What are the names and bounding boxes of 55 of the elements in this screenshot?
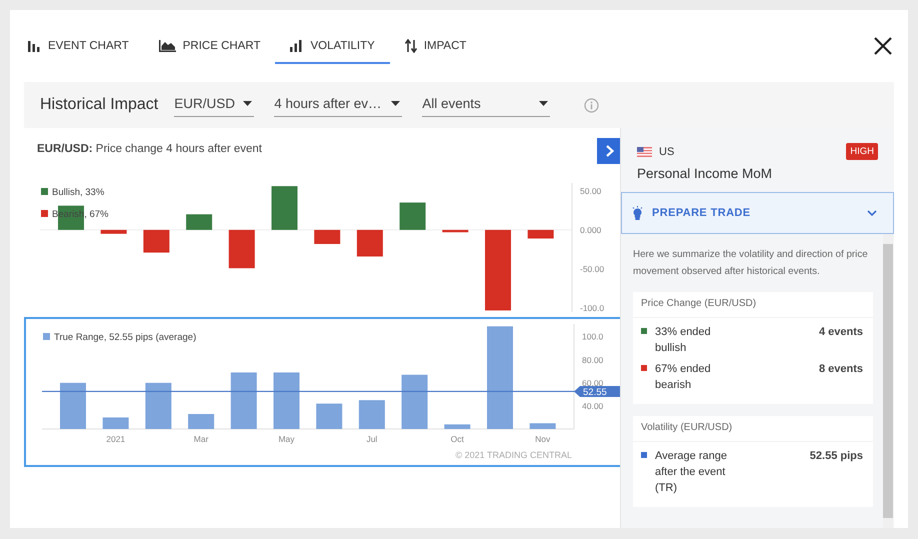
axis-label: Mar	[194, 434, 208, 444]
area-chart-icon	[158, 40, 176, 52]
chevron-right-icon	[604, 145, 614, 157]
card-title: Price Change (EUR/USD)	[633, 298, 873, 318]
axis-label: Oct	[450, 434, 464, 444]
caret-icon	[391, 101, 400, 106]
axis-label: Nov	[535, 434, 550, 444]
dropdown[interactable]: EUR/USD	[174, 93, 254, 117]
stat-value: 8 events	[818, 362, 863, 377]
prepare-trade-button[interactable]: PREPARE TRADE	[621, 192, 894, 234]
dropdown[interactable]: All events	[422, 93, 550, 117]
axis-label: 2021	[106, 434, 126, 444]
flag-icon	[637, 146, 652, 156]
impact-badge: HIGH	[846, 143, 878, 160]
caret-icon	[539, 101, 548, 106]
scrollbar[interactable]	[883, 234, 893, 528]
axis-label: Jul	[366, 434, 378, 444]
card-title: Volatility (EUR/USD)	[633, 422, 873, 442]
axis-label: 80.00	[582, 354, 604, 365]
tab[interactable]: EVENT CHART	[24, 31, 144, 64]
event-title: Personal Income MoM	[636, 165, 774, 183]
stat-value: 4 events	[818, 325, 863, 340]
chevron-down-icon	[867, 210, 877, 216]
close-icon	[874, 37, 892, 55]
bar-chart-icon	[290, 40, 304, 52]
stat-label: Average range after the event (TR)	[655, 449, 728, 496]
axis-label: 60.00	[582, 378, 604, 388]
stat-value: 52.55 pips	[810, 449, 863, 464]
axis-label: -100.0	[580, 303, 604, 314]
axis-label: -50.00	[580, 264, 604, 274]
value-tag: 52.55	[574, 386, 620, 398]
tab[interactable]: IMPACT	[390, 31, 482, 64]
bar-chart-icon	[28, 40, 41, 52]
dropdown[interactable]: 4 hours after ev…	[274, 93, 402, 117]
ref-line-label: 52.55	[583, 386, 607, 398]
expand-button[interactable]	[597, 138, 622, 164]
axis-label: 50.00	[580, 186, 602, 196]
axis-label: 0.000	[580, 224, 602, 235]
chart-title: EUR/USD: Price change 4 hours after event	[37, 143, 262, 155]
country-label: US	[659, 146, 674, 158]
tab[interactable]: VOLATILITY	[275, 31, 390, 64]
stat-label: 33% ended bullish	[655, 325, 712, 356]
caret-icon	[243, 101, 252, 106]
axis-label: May	[278, 434, 295, 444]
up-down-arrows-icon	[404, 39, 417, 53]
axis-label: 40.00	[582, 400, 604, 411]
legend-label: True Range, 52.55 pips (average)	[54, 332, 196, 343]
lightbulb-icon	[632, 206, 643, 220]
tab[interactable]: PRICE CHART	[144, 31, 276, 64]
stat-label: 67% ended bearish	[655, 362, 712, 393]
axis-label: 100.0	[582, 332, 604, 342]
section-title: Historical Impact	[40, 96, 158, 114]
legend-label: Bullish, 33%	[52, 187, 104, 198]
copyright-text: © 2021 TRADING CENTRAL	[456, 450, 572, 460]
summary-text: Here we summarize the volatility and direction of price movement observed after historical events.	[633, 248, 869, 279]
